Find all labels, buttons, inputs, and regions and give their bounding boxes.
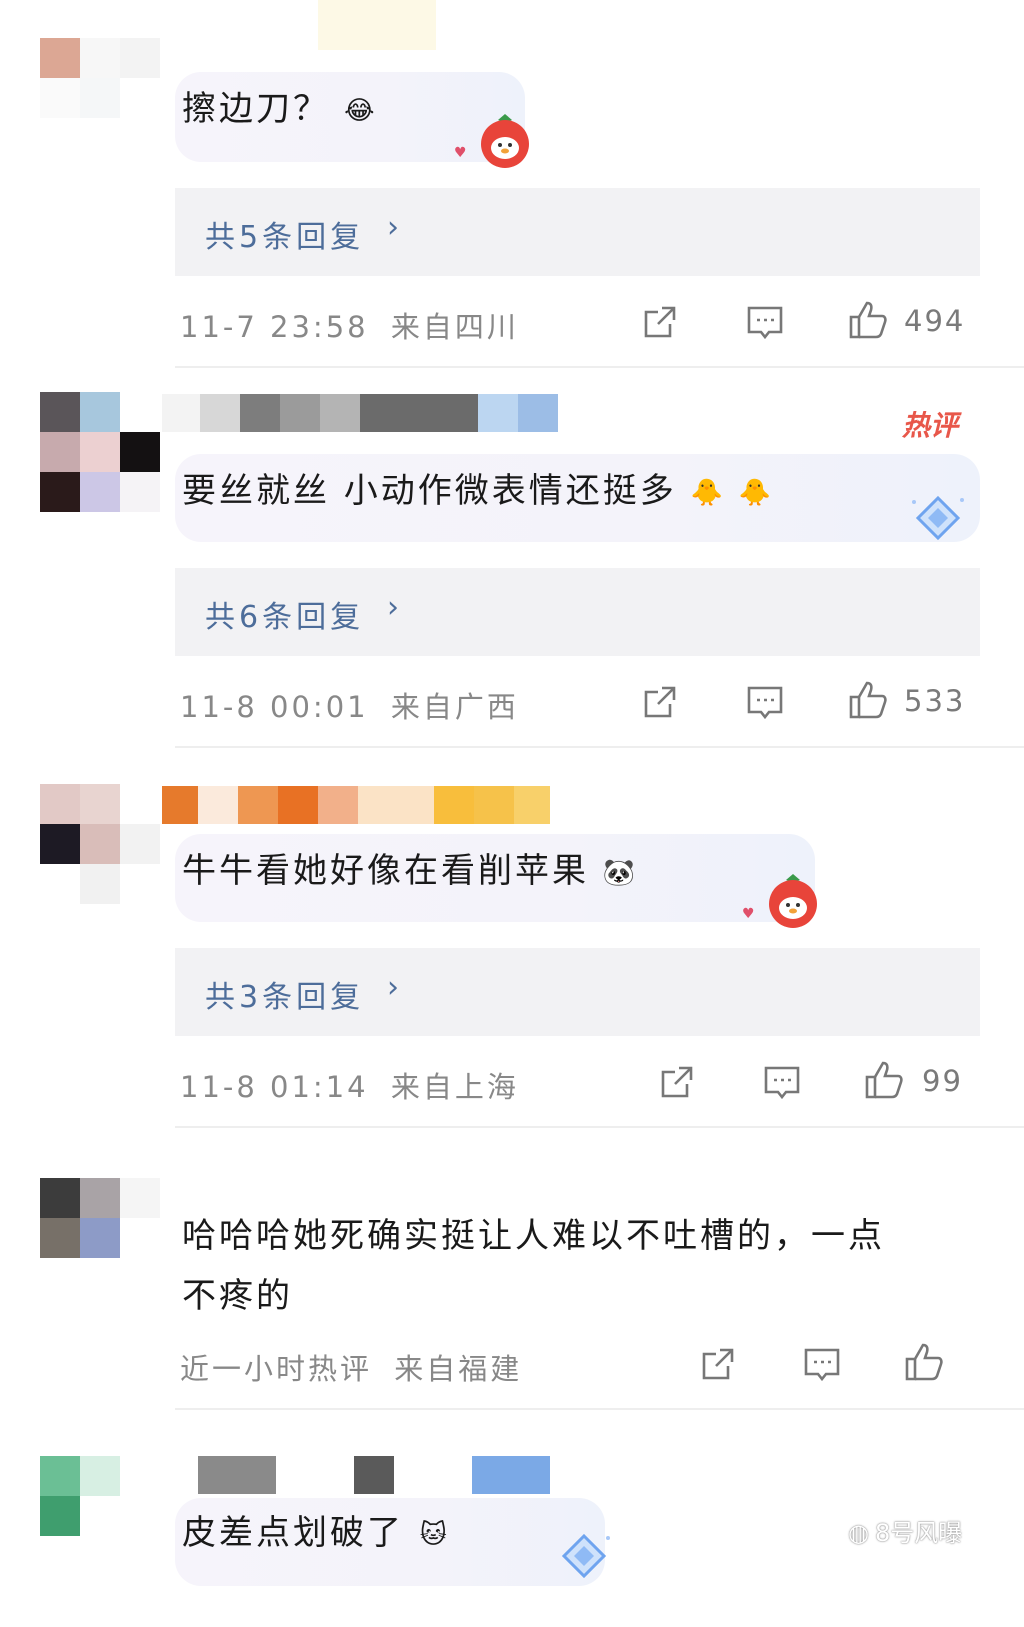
like-count: 494 bbox=[904, 304, 966, 338]
timestamp: 11-8 00:01 bbox=[180, 690, 369, 724]
like-count: 99 bbox=[922, 1064, 963, 1098]
comment-icon bbox=[747, 306, 783, 340]
share-button[interactable] bbox=[696, 1342, 740, 1386]
avatar[interactable] bbox=[40, 392, 160, 512]
timestamp: 11-7 23:58 bbox=[180, 310, 369, 344]
like-count: 533 bbox=[904, 684, 966, 718]
comment-text: 要丝就丝 小动作微表情还挺多 🐥 🐥 bbox=[182, 471, 774, 511]
share-icon bbox=[644, 686, 676, 718]
avatar[interactable] bbox=[40, 784, 160, 904]
comment-meta: 11-8 00:01 来自广西 bbox=[180, 684, 519, 726]
hot-comment-badge: 热评 bbox=[902, 409, 959, 442]
watermark: ◍ 8号风曝 bbox=[848, 1519, 963, 1547]
heart-icon: ♥ bbox=[454, 145, 467, 161]
comment-button[interactable] bbox=[800, 1342, 844, 1386]
location: 来自上海 bbox=[390, 1070, 519, 1104]
comment-text: 皮差点划破了 🐱 bbox=[182, 1513, 450, 1553]
comment-button[interactable] bbox=[760, 1060, 804, 1104]
divider bbox=[175, 1126, 1024, 1128]
chevron-right-icon: › bbox=[387, 590, 399, 625]
username-blur bbox=[162, 394, 558, 432]
username-blur bbox=[162, 1456, 550, 1494]
like-button[interactable] bbox=[902, 1340, 946, 1384]
wechat-icon: ◍ bbox=[848, 1519, 869, 1547]
thumbs-up-icon bbox=[849, 681, 887, 719]
comment-text: 哈哈哈她死确实挺让人难以不吐槽的，一点 不疼的 bbox=[182, 1216, 885, 1316]
chevron-right-icon: › bbox=[387, 970, 399, 1005]
divider bbox=[175, 746, 1024, 748]
diamond-badge-icon bbox=[912, 495, 964, 541]
avatar[interactable] bbox=[40, 1178, 160, 1298]
timestamp: 近一小时热评 bbox=[180, 1352, 373, 1386]
strawberry-mascot-icon bbox=[769, 874, 817, 928]
chick-emoji-icon: 🐥 bbox=[690, 477, 726, 508]
comment-meta: 11-7 23:58 来自四川 bbox=[180, 304, 519, 346]
replies-box[interactable]: 共5条回复 › bbox=[175, 188, 980, 276]
comment-text: 擦边刀？ 😂 bbox=[182, 89, 378, 129]
thumbs-up-icon bbox=[849, 301, 887, 339]
username-blur bbox=[318, 0, 436, 50]
replies-link[interactable]: 共3条回复 bbox=[205, 972, 364, 1016]
comment-meta: 近一小时热评 来自福建 bbox=[180, 1346, 522, 1388]
location: 来自福建 bbox=[394, 1352, 523, 1386]
share-button[interactable] bbox=[655, 1060, 699, 1104]
thumbs-up-icon bbox=[905, 1343, 943, 1381]
comment-icon bbox=[804, 1348, 840, 1382]
avatar[interactable] bbox=[40, 1456, 160, 1576]
panda-emoji-icon: 🐼 bbox=[602, 857, 639, 888]
share-icon bbox=[644, 306, 676, 338]
like-button[interactable] bbox=[846, 678, 890, 722]
comment-icon bbox=[764, 1066, 800, 1100]
thumbs-up-icon bbox=[865, 1061, 903, 1099]
like-button[interactable] bbox=[862, 1058, 906, 1102]
divider bbox=[175, 366, 1024, 368]
timestamp: 11-8 01:14 bbox=[180, 1070, 369, 1104]
replies-link[interactable]: 共5条回复 bbox=[205, 212, 364, 256]
location: 来自四川 bbox=[390, 310, 519, 344]
replies-link[interactable]: 共6条回复 bbox=[205, 592, 364, 636]
share-button[interactable] bbox=[638, 680, 682, 724]
laughing-emoji-icon: 😂 bbox=[344, 95, 378, 126]
comment-text: 牛牛看她好像在看削苹果 🐼 bbox=[182, 851, 639, 891]
like-button[interactable] bbox=[846, 298, 890, 342]
divider bbox=[175, 1408, 1024, 1410]
username-blur bbox=[162, 786, 550, 824]
share-icon bbox=[702, 1348, 734, 1380]
location: 来自广西 bbox=[390, 690, 519, 724]
comment-icon bbox=[747, 686, 783, 720]
comment-button[interactable] bbox=[743, 680, 787, 724]
chick-emoji-icon: 🐥 bbox=[738, 477, 774, 508]
diamond-badge-icon bbox=[561, 1533, 610, 1579]
chevron-right-icon: › bbox=[387, 210, 399, 245]
comment-meta: 11-8 01:14 来自上海 bbox=[180, 1064, 519, 1106]
share-button[interactable] bbox=[638, 300, 682, 344]
cat-emoji-icon: 🐱 bbox=[419, 1519, 450, 1550]
heart-icon: ♥ bbox=[742, 906, 755, 922]
share-icon bbox=[661, 1066, 693, 1098]
comment-button[interactable] bbox=[743, 300, 787, 344]
strawberry-mascot-icon bbox=[481, 114, 529, 168]
avatar[interactable] bbox=[40, 38, 160, 158]
replies-box[interactable]: 共3条回复 › bbox=[175, 948, 980, 1036]
replies-box[interactable]: 共6条回复 › bbox=[175, 568, 980, 656]
